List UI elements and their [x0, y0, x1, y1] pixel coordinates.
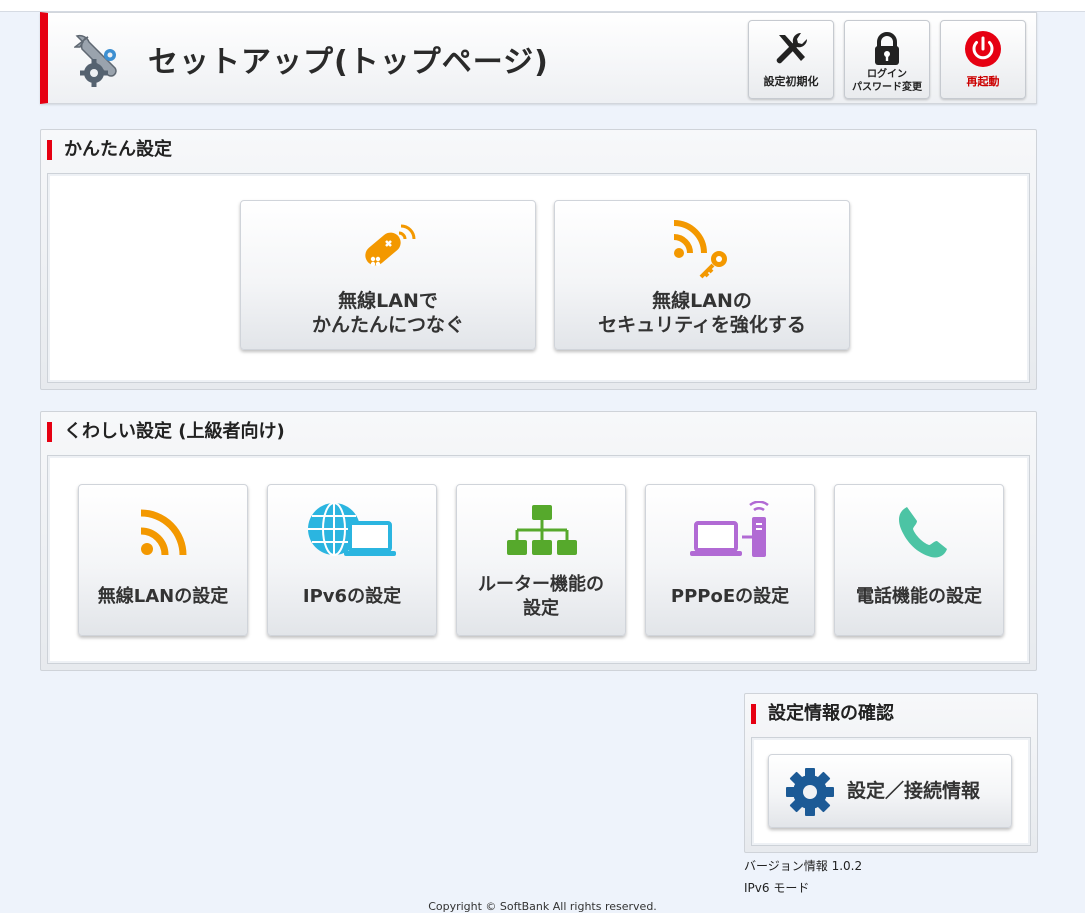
- lock-icon: [875, 32, 899, 65]
- settings-info-title: 設定情報の確認: [751, 704, 894, 724]
- pppoe-settings-button[interactable]: PPPoEの設定: [645, 484, 815, 636]
- easy-connect-label: 無線LANで かんたんにつなぐ: [311, 290, 464, 336]
- ipv6-mode: IPv6 モード: [744, 881, 810, 895]
- settings-info-body: 設定／接続情報: [751, 737, 1031, 846]
- wifi-security-button[interactable]: 無線LANの セキュリティを強化する: [554, 200, 850, 350]
- easy-connect-button[interactable]: 無線LANで かんたんにつなぐ: [240, 200, 536, 350]
- ipv6-settings-button[interactable]: IPv6の設定: [267, 484, 437, 636]
- factory-reset-label: 設定初期化: [763, 75, 819, 88]
- connection-info-label: 設定／接続情報: [847, 780, 981, 802]
- gear-icon: [786, 768, 834, 816]
- tools-icon: [776, 32, 808, 64]
- top-bar: [0, 0, 1085, 12]
- phone-settings-label: 電話機能の設定: [856, 586, 982, 607]
- network-tree-icon: [507, 505, 577, 555]
- router-settings-label: ルーター機能の 設定: [478, 574, 604, 619]
- wifi-settings-label: 無線LANの設定: [97, 586, 229, 607]
- page-header: セットアップ(トップページ) 設定初期化 ログイン パスワード変更 再起動: [40, 12, 1037, 104]
- reboot-button[interactable]: 再起動: [940, 20, 1026, 99]
- easy-settings-title: かんたん設定: [47, 140, 172, 160]
- wifi-key-icon: [673, 220, 727, 279]
- advanced-settings-title: くわしい設定 (上級者向け): [47, 422, 285, 442]
- reboot-label: 再起動: [966, 75, 1000, 88]
- wifi-settings-button[interactable]: 無線LANの設定: [78, 484, 248, 636]
- change-password-label: ログイン パスワード変更: [852, 69, 922, 93]
- settings-info-panel: 設定情報の確認 設定／接続情報: [744, 693, 1038, 853]
- copyright: Copyright © SoftBank All rights reserved…: [428, 900, 657, 913]
- phone-settings-button[interactable]: 電話機能の設定: [834, 484, 1004, 636]
- version-info: バージョン情報 1.0.2: [744, 859, 863, 873]
- phone-icon: [899, 507, 947, 558]
- remote-signal-icon: [365, 224, 416, 267]
- connection-info-button[interactable]: 設定／接続情報: [768, 754, 1012, 828]
- easy-settings-panel: かんたん設定 無線LANで かんたんにつなぐ 無線LANの セキュリティを強化す…: [40, 129, 1037, 390]
- globe-laptop-icon: [308, 502, 396, 556]
- power-icon: [965, 31, 1001, 67]
- setup-tools-icon: [74, 34, 117, 87]
- factory-reset-button[interactable]: 設定初期化: [748, 20, 834, 99]
- pppoe-settings-label: PPPoEの設定: [670, 586, 790, 607]
- ipv6-settings-label: IPv6の設定: [302, 586, 402, 607]
- advanced-settings-body: 無線LANの設定 IPv6の設定 ルーター機能の 設定 PPPoEの設定 電話機…: [47, 455, 1030, 664]
- wifi-icon: [140, 509, 187, 556]
- laptop-router-icon: [690, 501, 769, 557]
- easy-settings-body: 無線LANで かんたんにつなぐ 無線LANの セキュリティを強化する: [47, 173, 1030, 383]
- wifi-security-label: 無線LANの セキュリティを強化する: [598, 290, 806, 336]
- router-settings-button[interactable]: ルーター機能の 設定: [456, 484, 626, 636]
- advanced-settings-panel: くわしい設定 (上級者向け) 無線LANの設定 IPv6の設定 ルーター機能の …: [40, 411, 1037, 671]
- page-title: セットアップ(トップページ): [148, 45, 549, 80]
- change-password-button[interactable]: ログイン パスワード変更: [844, 20, 930, 99]
